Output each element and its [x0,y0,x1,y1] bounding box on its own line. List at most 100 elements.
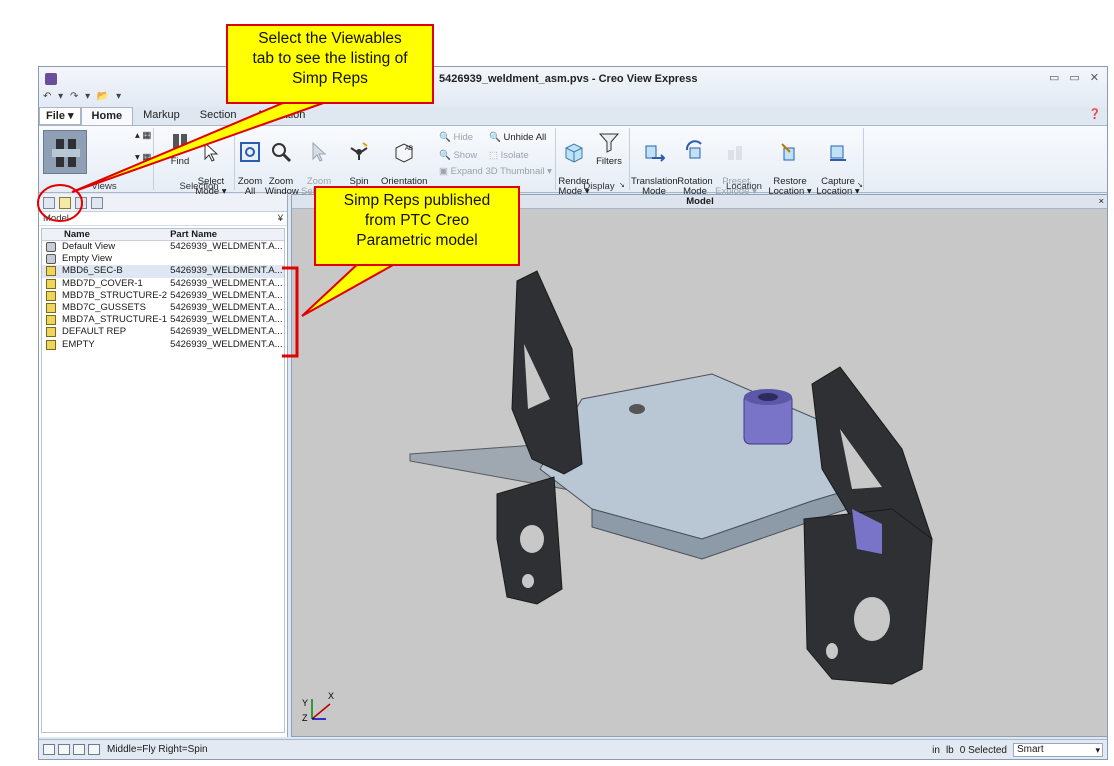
restore-location-button[interactable]: Restore Location ▾ [767,130,813,197]
zoom-selected-icon [312,141,327,162]
structure-panel: Model ¥ Name Part Name Default View 54269… [39,194,288,737]
explode-icon [728,146,742,160]
weldment-model: X Y Z [302,270,933,723]
zoom-all-icon [240,142,260,162]
orientation-cube-icon: AB [395,143,413,163]
svg-text:AB: AB [405,146,413,152]
creo-view-window: ↶ ▾ ↷ ▾ 📂 ▾ 5426939_weldment_asm.pvs - C… [38,66,1108,760]
help-icon[interactable]: ❓ [1089,109,1101,120]
tab-section[interactable]: Section [190,107,247,125]
zoom-window-button[interactable]: Zoom Window [265,130,299,197]
show-button[interactable]: 🔍 Show [439,150,477,161]
model-thumbnail-icon [52,139,80,167]
view-icon [46,254,56,265]
group-display-label: Display [583,181,615,192]
status-bar: Middle=Fly Right=Spin in lb 0 Selected S… [39,739,1107,759]
tab-markup[interactable]: Markup [133,107,190,125]
list-item[interactable]: Empty View [42,253,284,265]
display-launcher-icon[interactable]: ↘ [619,181,625,189]
left-bracket-hole [520,525,544,553]
tab-file[interactable]: File ▾ [39,107,81,125]
simp-rep-icon [46,315,56,326]
window-controls: ▭ ▭ ✕ [1049,71,1099,84]
isolate-button[interactable]: ⬚ Isolate [489,150,529,161]
callout-viewables-tab: Select the Viewables tab to see the list… [226,24,434,104]
translation-mode-button[interactable]: Translation Mode [631,130,678,197]
group-separator [863,128,864,190]
3d-canvas[interactable]: X Y Z [292,209,1107,736]
list-item[interactable]: MBD7A_STRUCTURE-1 5426939_WELDMENT.A... [42,314,284,326]
app-logo-icon [45,73,57,85]
list-item[interactable]: EMPTY 5426939_WELDMENT.A... [42,339,284,351]
rotation-mode-button[interactable]: Rotation Mode [677,130,713,197]
render-cube-icon [565,143,583,163]
thumbnail-icon: ▣ [439,166,451,177]
list-item[interactable]: Default View 5426939_WELDMENT.A... [42,241,284,253]
spin-center-icon [350,142,368,160]
group-location-label: Location [726,181,762,192]
panel-header: Model ¥ [39,212,287,226]
list-item[interactable]: MBD7B_STRUCTURE-2 5426939_WELDMENT.A... [42,290,284,302]
simp-rep-icon [46,339,56,350]
views-list-icon[interactable]: ▴ ▦ [135,130,151,141]
layout-split-icon[interactable] [58,744,70,755]
list-item[interactable]: MBD7D_COVER-1 5426939_WELDMENT.A... [42,278,284,290]
mouse-hint: Middle=Fly Right=Spin [107,744,208,755]
minimize-button[interactable]: ▭ [1049,71,1059,84]
axis-z-label: Z [302,713,308,723]
zoom-all-button[interactable]: Zoom All [237,130,263,197]
tab-properties[interactable] [91,197,103,209]
viewport-close-button[interactable]: × [1098,195,1104,208]
tab-animation[interactable]: Animation [246,107,315,125]
list-item[interactable]: DEFAULT REP 5426939_WELDMENT.A... [42,326,284,338]
units-mass: lb [945,744,954,756]
ribbon-home: ▴ ▦ ▾ ▦ Views Find Select Mode ▾ Selecti… [39,125,1107,197]
views-more-icon[interactable]: ▾ ▦ [135,152,151,163]
isolate-icon: ⬚ [489,150,501,161]
hide-button[interactable]: 🔍 Hide [439,132,473,143]
list-item[interactable]: MBD7C_GUSSETS 5426939_WELDMENT.A... [42,302,284,314]
group-separator [153,128,154,190]
right-bracket-hole-small [826,643,838,659]
location-launcher-icon[interactable]: ↘ [857,181,863,189]
group-selection-label: Selection [179,181,219,192]
capture-location-button[interactable]: Capture Location ▾ [815,130,861,197]
select-arrow-icon [204,141,219,162]
tab-model-tree[interactable] [43,197,55,209]
column-name[interactable]: Name [42,229,168,240]
simp-rep-icon [46,266,56,277]
selection-count: 0 Selected [959,744,1007,756]
panel-title: Model [43,213,69,224]
axis-triad: X Y Z [302,691,334,723]
filters-button[interactable]: Filters [595,130,623,167]
selection-mode-select[interactable]: Smart [1013,743,1103,757]
expand-thumbnail-button[interactable]: ▣ Expand 3D Thumbnail ▾ [439,166,552,177]
find-button[interactable]: Find [169,130,191,167]
status-right: in lb 0 Selected Smart [932,743,1103,757]
tab-home[interactable]: Home [80,107,134,125]
restore-button[interactable]: ▭ [1069,71,1079,84]
show-icon: 🔍 [439,150,454,161]
panel-collapse-icon[interactable]: ¥ [278,213,283,224]
quick-access-toolbar[interactable]: ↶ ▾ ↷ ▾ 📂 ▾ [43,91,123,102]
list-item[interactable]: MBD6_SEC-B 5426939_WELDMENT.A... [42,265,284,278]
unhide-all-button[interactable]: 🔍 Unhide All [489,132,546,143]
layout-full-icon[interactable] [88,744,100,755]
zoom-window-icon [272,143,292,163]
group-views-label: Views [91,181,117,192]
capture-location-icon [830,145,846,161]
column-part-name[interactable]: Part Name [168,229,284,240]
viewport-title: Model [686,196,714,207]
tab-annotations[interactable] [75,197,87,209]
right-bracket-hole [854,597,890,641]
status-left: Middle=Fly Right=Spin [43,744,208,755]
group-separator [629,128,630,190]
layout-single-icon[interactable] [43,744,55,755]
window-title: 5426939_weldment_asm.pvs - Creo View Exp… [439,73,698,85]
callout-simp-reps: Simp Reps published from PTC Creo Parame… [314,186,520,266]
view-thumbnail[interactable] [43,130,87,174]
rotation-icon [685,140,702,159]
layout-tabs-icon[interactable] [73,744,85,755]
close-button[interactable]: ✕ [1090,71,1099,84]
tab-viewables[interactable] [59,197,71,209]
